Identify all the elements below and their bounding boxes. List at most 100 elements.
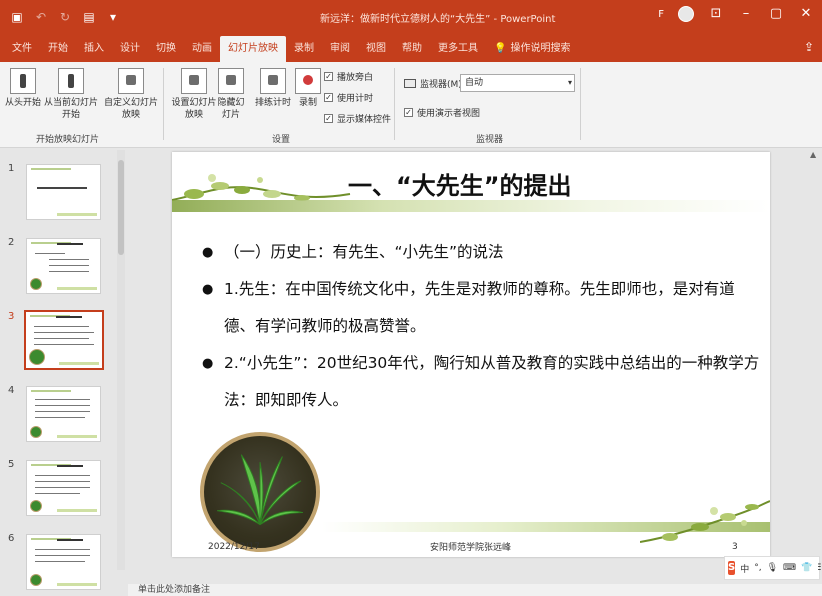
share-icon[interactable]: ⇪ — [804, 40, 814, 54]
thumbnail-number: 3 — [8, 311, 15, 322]
bullet-icon: ● — [202, 282, 214, 297]
tab-file[interactable]: 文件 — [4, 36, 40, 62]
slide-thumbnail-6[interactable] — [26, 534, 101, 590]
bullet-icon: ● — [202, 245, 214, 260]
tab-review[interactable]: 审阅 — [322, 36, 358, 62]
microphone-icon[interactable]: 🎙 — [767, 563, 778, 573]
presenter-view-checkbox[interactable]: ✓ 使用演示者视图 — [404, 106, 480, 119]
slideshow-current-icon — [58, 68, 84, 94]
tab-record[interactable]: 录制 — [286, 36, 322, 62]
slide-thumbnail-2[interactable] — [26, 238, 101, 294]
tab-slide-show[interactable]: 幻灯片放映 — [220, 36, 286, 62]
account-initial: F — [658, 8, 664, 20]
presentation-icon[interactable]: ▤ — [82, 10, 96, 24]
tab-insert[interactable]: 插入 — [76, 36, 112, 62]
monitor-select[interactable]: 自动 ▾ — [460, 74, 575, 92]
slide-scrollbar[interactable]: ▲ — [810, 150, 820, 550]
group-label-monitors: 监视器 — [476, 135, 504, 145]
punctuation-icon[interactable]: °, — [754, 563, 761, 573]
save-icon[interactable]: ▣ — [10, 10, 24, 24]
use-timings-checkbox[interactable]: ✓ 使用计时 — [324, 91, 373, 104]
footer-text: 安阳师范学院张远峰 — [430, 543, 512, 553]
undo-icon[interactable]: ↶ — [34, 10, 48, 24]
tell-me-label: 操作说明搜索 — [510, 43, 571, 54]
slide-thumbnail-5[interactable] — [26, 460, 101, 516]
menu-icon[interactable]: ☷ — [817, 563, 822, 573]
vine-decoration-bottom — [640, 500, 770, 543]
sogou-logo-icon: S — [728, 561, 736, 575]
slide-thumbnail-4[interactable] — [26, 386, 101, 442]
thumbnail-number: 1 — [8, 163, 15, 174]
plant-image[interactable] — [200, 432, 320, 552]
checkmark-icon: ✓ — [324, 72, 333, 81]
bullet-item: ● （一）历史上：有先生、“小先生”的说法 — [202, 234, 762, 271]
from-current-slide-button[interactable]: 从当前幻灯片开始 — [44, 68, 98, 121]
thumbnail-number: 4 — [8, 385, 15, 396]
show-media-controls-checkbox[interactable]: ✓ 显示媒体控件 — [324, 112, 391, 125]
rehearse-timings-button[interactable]: 排练计时 — [252, 68, 294, 109]
skin-icon[interactable]: 👕 — [801, 563, 812, 573]
ime-language[interactable]: 中 — [740, 562, 749, 575]
scroll-up-icon[interactable]: ▲ — [810, 150, 816, 159]
minimize-icon[interactable]: – — [738, 6, 754, 22]
setup-icon — [181, 68, 207, 94]
ribbon-display-icon[interactable]: ⊡ — [708, 6, 724, 22]
record-button[interactable]: 录制 — [294, 68, 322, 109]
slide-thumbnails-pane: 1 2 3 4 5 6 — [0, 149, 128, 590]
plant-image — [30, 500, 42, 512]
checkmark-icon: ✓ — [404, 108, 413, 117]
close-icon[interactable]: ✕ — [798, 6, 814, 22]
title-bar: ▣ ↶ ↻ ▤ ▾ 新远洋：做新时代立德树人的“大先生” - PowerPoin… — [0, 0, 822, 34]
slideshow-icon — [10, 68, 36, 94]
customize-qat-icon[interactable]: ▾ — [106, 10, 120, 24]
tab-home[interactable]: 开始 — [40, 36, 76, 62]
thumbnail-number: 5 — [8, 459, 15, 470]
ribbon: 从头开始 从当前幻灯片开始 自定义幻灯片放映 开始放映幻灯片 设置幻灯片放映 隐… — [0, 62, 822, 148]
group-label-start: 开始放映幻灯片 — [36, 135, 100, 145]
monitor-icon — [404, 79, 416, 88]
slide-thumbnail-1[interactable] — [26, 164, 101, 220]
bullet-item: ● 2.“小先生”：20世纪30年代，陶行知从普及教育的实践中总结出的一种教学方… — [202, 345, 762, 419]
hide-slide-button[interactable]: 隐藏幻灯片 — [216, 68, 246, 121]
tab-transitions[interactable]: 切换 — [148, 36, 184, 62]
thumbnail-number: 2 — [8, 237, 15, 248]
group-label-setup: 设置 — [272, 135, 291, 145]
from-beginning-button[interactable]: 从头开始 — [4, 68, 42, 109]
plant-image — [30, 278, 42, 290]
tab-more-tools[interactable]: 更多工具 — [430, 36, 486, 62]
lightbulb-icon: 💡 — [494, 43, 507, 54]
hide-slide-icon — [218, 68, 244, 94]
ime-toolbar[interactable]: S 中 °, 🎙 ⌨ 👕 ☷ — [724, 556, 822, 580]
tab-help[interactable]: 帮助 — [394, 36, 430, 62]
thumbnail-number: 6 — [8, 533, 15, 544]
ribbon-tabs: 文件 开始 插入 设计 切换 动画 幻灯片放映 录制 审阅 视图 帮助 更多工具… — [0, 34, 822, 62]
setup-slide-show-button[interactable]: 设置幻灯片放映 — [168, 68, 220, 121]
slide-number: 3 — [732, 542, 738, 552]
custom-show-icon — [118, 68, 144, 94]
redo-icon[interactable]: ↻ — [58, 10, 72, 24]
thumbnails-scroll-thumb[interactable] — [118, 160, 124, 255]
tell-me-search[interactable]: 💡 操作说明搜索 — [486, 36, 578, 62]
bullet-icon: ● — [202, 356, 214, 371]
plant-image — [29, 349, 45, 365]
slide-thumbnail-3[interactable] — [24, 310, 104, 370]
notes-pane[interactable]: 单击此处添加备注 — [128, 584, 822, 596]
bullet-item: ● 1.先生：在中国传统文化中，先生是对教师的尊称。先生即师也，是对有道德、有学… — [202, 271, 762, 345]
play-narrations-checkbox[interactable]: ✓ 播放旁白 — [324, 70, 373, 83]
slide-canvas[interactable]: 一、“大先生”的提出 ● （一）历史上：有先生、“小先生”的说法 ● 1.先生：… — [172, 152, 770, 557]
tab-view[interactable]: 视图 — [358, 36, 394, 62]
quick-access-toolbar: ▣ ↶ ↻ ▤ ▾ — [0, 10, 120, 24]
keyboard-icon[interactable]: ⌨ — [783, 563, 796, 573]
chevron-down-icon: ▾ — [567, 78, 572, 87]
tab-animations[interactable]: 动画 — [184, 36, 220, 62]
checkmark-icon: ✓ — [324, 114, 333, 123]
window-title: 新远洋：做新时代立德树人的“大先生” - PowerPoint — [320, 14, 556, 25]
footer-date: 2022/12/17 — [208, 542, 260, 552]
checkmark-icon: ✓ — [324, 93, 333, 102]
slide-title[interactable]: 一、“大先生”的提出 — [348, 166, 572, 201]
avatar[interactable] — [678, 6, 694, 22]
slide-body[interactable]: ● （一）历史上：有先生、“小先生”的说法 ● 1.先生：在中国传统文化中，先生… — [202, 234, 762, 419]
maximize-icon[interactable]: ▢ — [768, 6, 784, 22]
custom-slide-show-button[interactable]: 自定义幻灯片放映 — [104, 68, 158, 121]
tab-design[interactable]: 设计 — [112, 36, 148, 62]
